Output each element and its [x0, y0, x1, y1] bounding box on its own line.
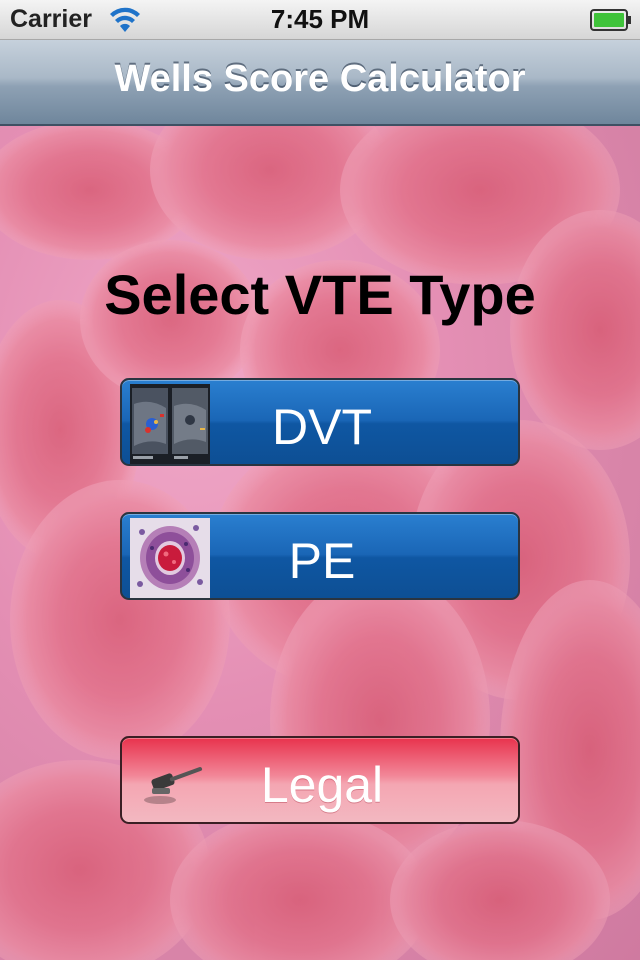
section-heading: Select VTE Type [104, 263, 536, 326]
pe-button[interactable]: PE [120, 512, 520, 600]
legal-button[interactable]: Legal [120, 736, 520, 824]
dvt-button[interactable]: DVT [120, 378, 520, 466]
legal-button-label: Legal [260, 757, 384, 813]
status-bar: Carrier 7:45 PM [0, 0, 640, 40]
clock-time: 7:45 PM [270, 4, 370, 34]
navigation-bar: Wells Score Calculator [0, 40, 640, 126]
page-title: Wells Score Calculator [114, 58, 526, 100]
dvt-button-label: DVT [272, 399, 372, 455]
battery-icon [590, 9, 632, 31]
app-screen: Carrier 7:45 PM Wells Score Calculator S… [0, 0, 640, 960]
pe-button-label: PE [288, 533, 356, 589]
